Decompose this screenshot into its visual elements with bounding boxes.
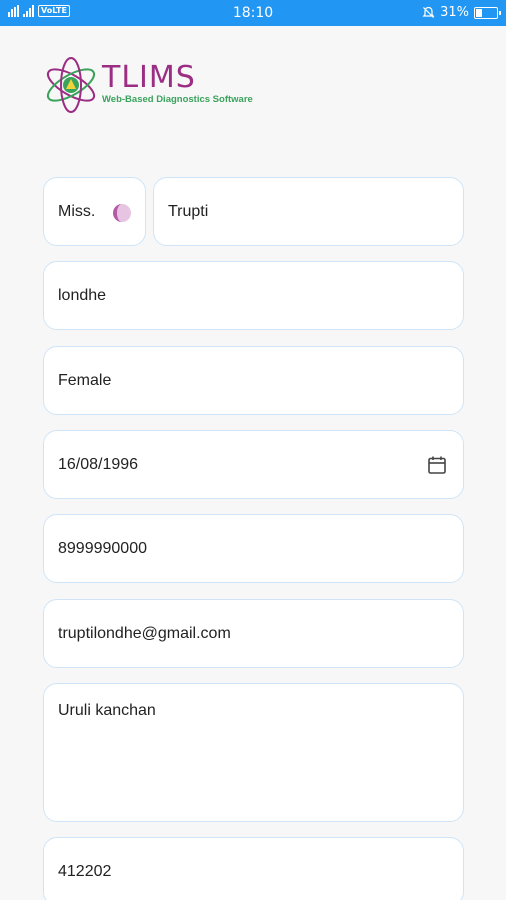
email-input[interactable]: truptilondhe@gmail.com xyxy=(43,599,464,668)
gender-select[interactable]: Female xyxy=(43,346,464,415)
last-name-value: londhe xyxy=(58,287,107,304)
last-name-input[interactable]: londhe xyxy=(43,261,464,330)
gender-value: Female xyxy=(58,372,112,389)
first-name-input[interactable]: Trupti xyxy=(153,177,464,246)
pincode-input[interactable]: 412202 xyxy=(43,837,464,900)
alarm-icon xyxy=(422,6,435,18)
title-select[interactable]: Miss. xyxy=(43,177,146,246)
dob-input[interactable]: 16/08/1996 xyxy=(43,430,464,499)
calendar-icon[interactable] xyxy=(427,455,447,475)
atom-icon xyxy=(46,57,96,113)
title-toggle-icon[interactable] xyxy=(112,203,132,223)
dob-value: 16/08/1996 xyxy=(58,456,139,473)
app-logo: TLIMS Web-Based Diagnostics Software xyxy=(44,54,264,120)
address-value: Uruli kanchan xyxy=(58,702,156,719)
brand-tagline: Web-Based Diagnostics Software xyxy=(102,94,253,105)
phone-value: 8999990000 xyxy=(58,540,147,557)
pincode-value: 412202 xyxy=(58,863,112,880)
address-textarea[interactable]: Uruli kanchan xyxy=(43,683,464,822)
phone-input[interactable]: 8999990000 xyxy=(43,514,464,583)
brand-name: TLIMS xyxy=(102,60,196,95)
battery-percent: 31% xyxy=(440,5,469,20)
battery-icon xyxy=(474,6,501,19)
first-name-value: Trupti xyxy=(168,203,209,220)
status-bar: VoLTE 18:10 31% xyxy=(0,0,506,26)
status-right: 31% xyxy=(422,5,501,20)
title-value: Miss. xyxy=(58,203,96,220)
email-value: truptilondhe@gmail.com xyxy=(58,625,231,642)
